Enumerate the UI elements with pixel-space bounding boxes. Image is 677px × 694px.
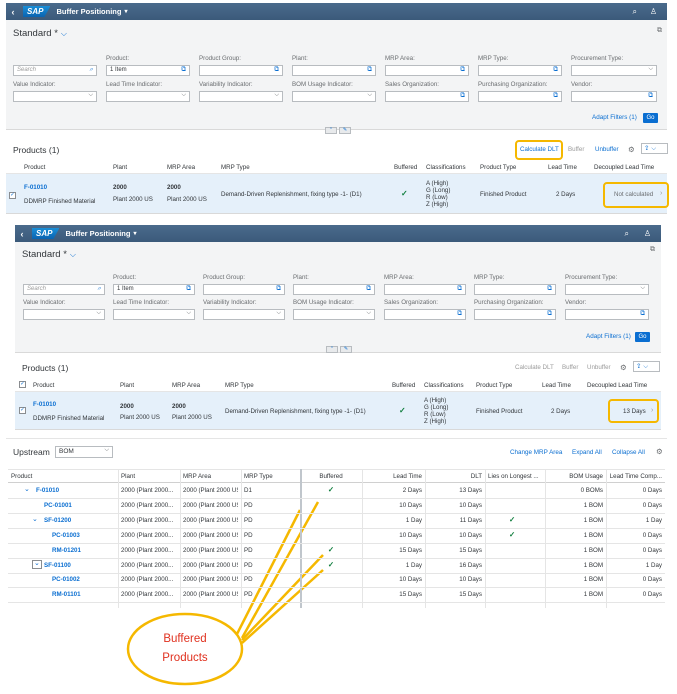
row-divider xyxy=(8,602,665,604)
row-divider xyxy=(8,557,665,559)
mrp-area-value: 2000 (Plant 2000 US xyxy=(183,576,238,584)
lead-time-comp-value: 1 Day xyxy=(645,516,662,524)
col-longest-path[interactable]: Lies on Longest ... xyxy=(488,473,542,480)
dlt-value: 10 Days xyxy=(459,501,482,509)
mrp-type-value: D1 xyxy=(244,487,252,494)
dlt-value: 16 Days xyxy=(459,561,482,569)
dlt-value: 15 Days xyxy=(459,546,482,554)
col-buffered[interactable]: Buffered xyxy=(303,473,359,480)
mrp-area-value: 2000 (Plant 2000 US xyxy=(183,546,238,554)
row-divider xyxy=(8,498,665,499)
lead-time-comp-value: 0 Days xyxy=(642,576,662,584)
col-plant[interactable]: Plant xyxy=(121,473,177,480)
lead-time-comp-value: 0 Days xyxy=(642,487,662,494)
col-dlt[interactable]: DLT xyxy=(428,473,482,480)
callout-bubble xyxy=(126,612,244,686)
lead-time-value: 2 Days xyxy=(402,487,422,494)
bom-usage-value: 0 BOMs xyxy=(580,487,603,494)
lead-time-comp-value: 0 Days xyxy=(642,591,662,599)
mrp-area-value: 2000 (Plant 2000 US xyxy=(183,561,238,569)
col-product[interactable]: Product xyxy=(11,473,115,480)
lead-time-value: 10 Days xyxy=(399,531,422,539)
dlt-value: 13 Days xyxy=(459,487,482,494)
row-divider xyxy=(8,587,665,589)
lead-time-value: 1 Day xyxy=(405,516,422,524)
bom-usage-value: 1 BOM xyxy=(583,501,603,509)
buffered-check-icon: ✓ xyxy=(327,544,335,554)
lead-time-value: 10 Days xyxy=(399,576,422,584)
lead-time-value: 10 Days xyxy=(399,501,422,509)
lead-time-comp-value: 0 Days xyxy=(642,546,662,554)
bom-usage-value: 1 BOM xyxy=(583,516,603,524)
dlt-value: 15 Days xyxy=(459,591,482,599)
mrp-type-value: PD xyxy=(244,546,253,554)
mrp-area-value: 2000 (Plant 2000 US xyxy=(183,591,238,599)
row-divider xyxy=(8,512,665,514)
expand-toggle-icon[interactable]: ⌄ xyxy=(24,485,30,493)
mrp-type-value: PD xyxy=(244,501,253,509)
dlt-value: 10 Days xyxy=(459,531,482,539)
lead-time-comp-value: 1 Day xyxy=(645,561,662,569)
callout-text-1: Buffered xyxy=(163,633,206,645)
lead-time-value: 15 Days xyxy=(399,546,422,554)
col-mrp-type[interactable]: MRP Type xyxy=(244,473,297,480)
buffered-check-icon: ✓ xyxy=(327,485,335,494)
bom-usage-value: 1 BOM xyxy=(583,591,603,599)
mrp-type-value: PD xyxy=(244,576,253,584)
plant-value: 2000 (Plant 2000... xyxy=(121,516,174,524)
col-mrp-area[interactable]: MRP Area xyxy=(183,473,238,480)
mrp-area-value: 2000 (Plant 2000 US xyxy=(183,501,238,509)
mrp-type-value: PD xyxy=(244,531,253,539)
plant-value: 2000 (Plant 2000... xyxy=(121,531,174,539)
lead-time-value: 15 Days xyxy=(399,591,422,599)
plant-value: 2000 (Plant 2000... xyxy=(121,576,174,584)
product-link[interactable]: F-01010 xyxy=(36,487,126,494)
row-divider xyxy=(8,572,665,574)
mrp-type-value: PD xyxy=(244,516,253,524)
mrp-type-value: PD xyxy=(244,561,253,569)
composite-screenshot: ‹ SAP Buffer Positioning ▾ ⌕ ♙ Standard *… xyxy=(0,0,677,694)
expand-toggle-icon[interactable]: ⌄ xyxy=(32,559,42,569)
plant-value: 2000 (Plant 2000... xyxy=(121,591,174,599)
row-divider xyxy=(8,542,665,544)
mrp-area-value: 2000 (Plant 2000 US xyxy=(183,531,238,539)
lead-time-comp-value: 0 Days xyxy=(642,501,662,509)
lead-time-comp-value: 0 Days xyxy=(642,531,662,539)
bom-usage-value: 1 BOM xyxy=(583,546,603,554)
buffered-check-icon: ✓ xyxy=(327,559,335,569)
expand-toggle-icon[interactable]: ⌄ xyxy=(32,515,38,523)
plant-value: 2000 (Plant 2000... xyxy=(121,501,174,509)
mrp-type-value: PD xyxy=(244,591,253,599)
mrp-area-value: 2000 (Plant 2000 US xyxy=(183,516,238,524)
bom-usage-value: 1 BOM xyxy=(583,561,603,569)
col-lead-time[interactable]: Lead Time xyxy=(365,473,422,480)
row-divider xyxy=(8,527,665,529)
col-bom-usage[interactable]: BOM Usage xyxy=(548,473,603,480)
plant-value: 2000 (Plant 2000... xyxy=(121,546,174,554)
plant-value: 2000 (Plant 2000... xyxy=(121,561,174,569)
mrp-area-value: 2000 (Plant 2000 US xyxy=(183,487,238,494)
plant-value: 2000 (Plant 2000... xyxy=(121,487,174,494)
col-lead-time-comp[interactable]: Lead Time Comp... xyxy=(609,473,662,480)
bom-usage-value: 1 BOM xyxy=(583,576,603,584)
dlt-value: 10 Days xyxy=(459,576,482,584)
lead-time-value: 1 Day xyxy=(405,561,422,569)
bom-usage-value: 1 BOM xyxy=(583,531,603,539)
callout-text-2: Products xyxy=(162,652,208,664)
dlt-value: 11 Days xyxy=(459,516,482,524)
